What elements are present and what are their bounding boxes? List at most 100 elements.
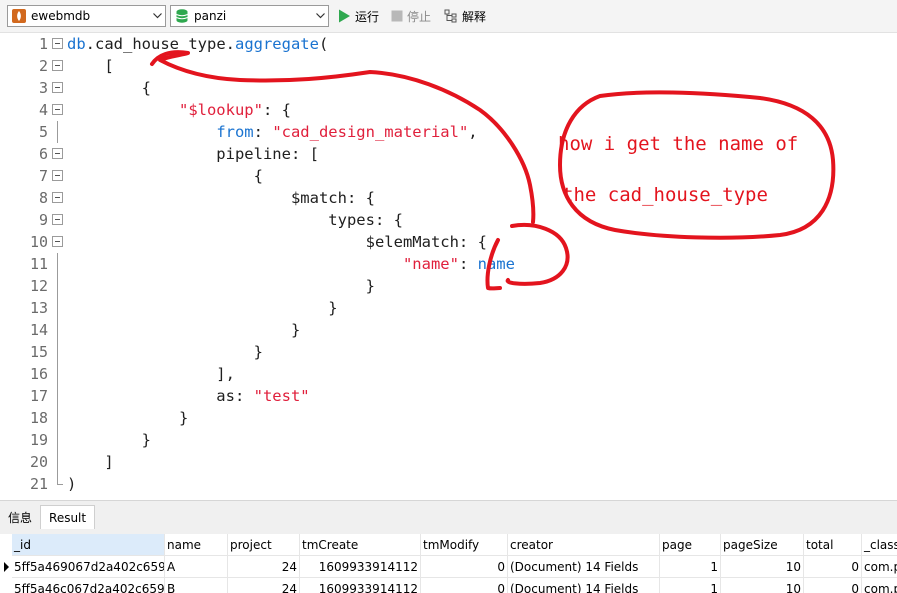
explain-button[interactable]: 解释 [444, 7, 486, 25]
line-number: 2 [38, 57, 48, 75]
connection-select[interactable]: ewebmdb [7, 5, 166, 27]
code-line[interactable]: 8 $match: { [0, 187, 897, 209]
results-grid[interactable]: _id name project tmCreate tmModify creator pag… [0, 534, 897, 593]
code-token: } [67, 277, 375, 295]
code-line[interactable]: 5 from: "cad_design_material", [0, 121, 897, 143]
table-cell[interactable]: 0 [804, 556, 862, 578]
column-header[interactable]: tmModify [421, 534, 508, 556]
fold-toggle-icon[interactable] [52, 104, 63, 115]
code-line[interactable]: 14 } [0, 319, 897, 341]
code-line[interactable]: 9 types: { [0, 209, 897, 231]
line-number: 14 [29, 321, 48, 339]
code-token: aggregate [234, 35, 319, 53]
table-cell[interactable]: 24 [228, 578, 300, 593]
code-token: .cad_house_type. [85, 35, 235, 53]
line-number: 7 [38, 167, 48, 185]
table-cell[interactable]: com.p [862, 556, 897, 578]
run-label: 运行 [355, 9, 380, 24]
code-token: } [67, 343, 263, 361]
table-cell[interactable]: 1609933914112 [300, 556, 421, 578]
column-header[interactable]: _class [862, 534, 897, 556]
table-cell[interactable]: 5ff5a46c067d2a402c659d [12, 578, 165, 593]
code-line[interactable]: 19 } [0, 429, 897, 451]
code-token: "$lookup" [178, 101, 263, 119]
line-number: 1 [38, 35, 48, 53]
table-row[interactable]: 5ff5a46c067d2a402c659d B 24 1609933914112 0(… [0, 578, 897, 593]
code-line[interactable]: 18 } [0, 407, 897, 429]
line-number: 19 [29, 431, 48, 449]
fold-toggle-icon[interactable] [52, 170, 63, 181]
code-line[interactable]: 20 ] [0, 451, 897, 473]
chevron-down-icon [149, 6, 165, 26]
column-header[interactable]: project [228, 534, 300, 556]
code-line[interactable]: 2 [ [0, 55, 897, 77]
code-line[interactable]: 15 } [0, 341, 897, 363]
code-token: } [67, 321, 301, 339]
code-line[interactable]: 1 db.cad_house_type.aggregate( [0, 33, 897, 55]
code-line[interactable]: 17 as: "test" [0, 385, 897, 407]
fold-toggle-icon[interactable] [52, 148, 63, 159]
explain-label: 解释 [462, 9, 487, 24]
table-cell[interactable]: 24 [228, 556, 300, 578]
column-header[interactable]: page [660, 534, 721, 556]
column-header[interactable]: pageSize [721, 534, 804, 556]
fold-guide [57, 385, 58, 407]
table-cell[interactable]: A [165, 556, 228, 578]
column-header[interactable]: name [165, 534, 228, 556]
table-cell[interactable]: 5ff5a469067d2a402c659d [12, 556, 165, 578]
tab-result[interactable]: Result [40, 505, 96, 529]
code-line[interactable]: 13 } [0, 297, 897, 319]
code-token: [ [67, 57, 114, 75]
code-line[interactable]: 11 "name": name [0, 253, 897, 275]
fold-toggle-icon[interactable] [52, 192, 63, 203]
line-number: 12 [29, 277, 48, 295]
code-line[interactable]: 12 } [0, 275, 897, 297]
table-cell[interactable]: 1609933914112 [300, 578, 421, 593]
code-line[interactable]: 6 pipeline: [ [0, 143, 897, 165]
line-number: 13 [29, 299, 48, 317]
table-cell[interactable]: (Document) 14 Fields [508, 556, 660, 578]
database-select[interactable]: panzi [170, 5, 329, 27]
code-line[interactable]: 16 ], [0, 363, 897, 385]
code-line[interactable]: 10 $elemMatch: { [0, 231, 897, 253]
table-cell[interactable]: 0 [421, 556, 508, 578]
code-line[interactable]: 4 "$lookup": { [0, 99, 897, 121]
fold-toggle-icon[interactable] [52, 236, 63, 247]
query-editor[interactable]: 1 db.cad_house_type.aggregate(2 [3 {4 "$l… [0, 33, 897, 500]
table-cell[interactable]: 1 [660, 556, 721, 578]
column-header[interactable]: _id [12, 534, 165, 556]
fold-guide [57, 451, 58, 473]
table-cell[interactable]: 0 [421, 578, 508, 593]
fold-toggle-icon[interactable] [52, 82, 63, 93]
code-token: : [458, 255, 478, 273]
stop-button[interactable]: 停止 [391, 7, 431, 25]
run-button[interactable]: 运行 [338, 7, 379, 25]
column-header[interactable]: total [804, 534, 862, 556]
table-cell[interactable]: 10 [721, 578, 804, 593]
fold-toggle-icon[interactable] [52, 38, 63, 49]
table-cell[interactable]: 1 [660, 578, 721, 593]
code-token: as: [67, 387, 254, 405]
table-cell[interactable]: com.p [862, 578, 897, 593]
column-header[interactable]: creator [508, 534, 660, 556]
code-line[interactable]: 7 { [0, 165, 897, 187]
table-row[interactable]: 5ff5a469067d2a402c659d A 24 1609933914112 0(… [0, 556, 897, 578]
table-cell[interactable]: 0 [804, 578, 862, 593]
column-header[interactable]: tmCreate [300, 534, 421, 556]
fold-toggle-icon[interactable] [52, 60, 63, 71]
table-cell[interactable]: B [165, 578, 228, 593]
code-line[interactable]: 3 { [0, 77, 897, 99]
code-token: } [67, 431, 151, 449]
fold-toggle-icon[interactable] [52, 214, 63, 225]
code-text: [ [67, 55, 114, 77]
code-text: ], [67, 363, 235, 385]
code-line[interactable]: 21) [0, 473, 897, 495]
database-name: panzi [194, 9, 227, 23]
line-number: 20 [29, 453, 48, 471]
table-cell[interactable]: (Document) 14 Fields [508, 578, 660, 593]
code-text: "$lookup": { [67, 99, 291, 121]
tab-info[interactable]: 信息 [0, 505, 40, 529]
table-cell[interactable]: 10 [721, 556, 804, 578]
play-icon [338, 9, 351, 23]
